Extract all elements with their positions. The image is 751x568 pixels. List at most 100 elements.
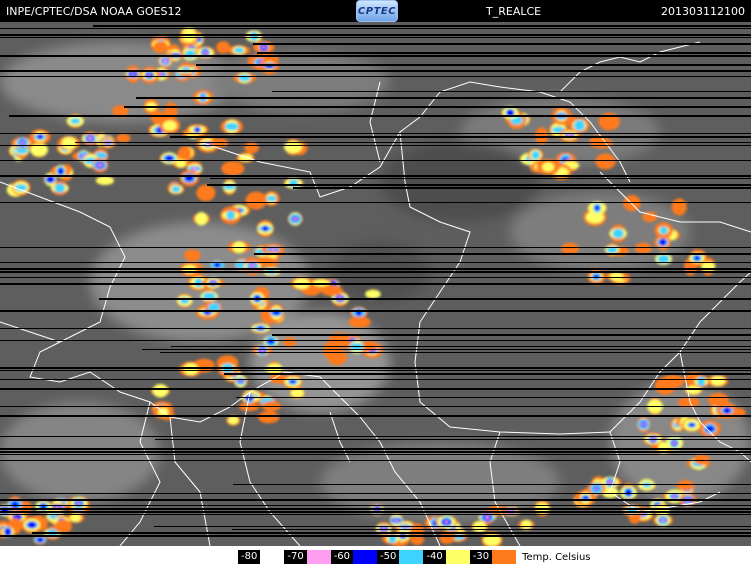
cloud-cell — [250, 264, 255, 268]
cloud-cell — [226, 210, 236, 220]
cloud-cell — [184, 50, 196, 59]
scanline — [0, 508, 751, 510]
legend-swatch — [353, 550, 378, 564]
scanline — [0, 505, 751, 506]
cloud-cell — [561, 242, 580, 255]
cloud-cell — [54, 183, 66, 193]
satellite-map — [0, 22, 751, 546]
cloud-cell — [11, 501, 19, 509]
cloud-cell — [225, 122, 239, 131]
cloud-cell — [542, 162, 555, 172]
cloud-cell — [96, 176, 114, 186]
scanline — [232, 529, 751, 530]
cloud-cell — [266, 195, 277, 202]
cloud-cell — [244, 141, 259, 154]
cloud-cell — [270, 247, 276, 252]
cloud-cell — [227, 416, 239, 425]
cloud-cell — [194, 277, 203, 288]
cloud-cell — [258, 411, 280, 424]
legend-value: -60 — [330, 550, 354, 564]
cloud-cell — [321, 284, 343, 297]
cloud-cell — [573, 119, 586, 131]
cloud-cell — [54, 519, 72, 534]
scanline — [224, 373, 751, 375]
scanline — [254, 253, 751, 255]
cloud-cell — [203, 51, 208, 55]
scanline — [233, 484, 751, 485]
scanline — [155, 439, 751, 440]
scanline — [170, 136, 751, 138]
cloud-cell — [688, 422, 695, 428]
legend-unit: Temp. Celsius — [522, 551, 591, 563]
legend-item: -80 — [238, 550, 285, 564]
legend-item: -40 — [423, 550, 470, 564]
legend-item: -30 — [469, 550, 517, 564]
cloud-cell — [707, 392, 729, 407]
cloud-cell — [723, 406, 731, 415]
image-header: INPE/CPTEC/DSA NOAA GOES12 CPTEC T_REALC… — [0, 0, 751, 22]
scanline — [0, 448, 751, 450]
scanline — [236, 397, 751, 398]
legend-item: -70 — [284, 550, 331, 564]
legend-swatch — [492, 550, 517, 564]
legend-swatch — [399, 550, 424, 564]
scanline — [0, 406, 751, 407]
scanline — [160, 352, 751, 353]
cloud-cell — [183, 249, 201, 261]
product-label: T_REALCE — [486, 5, 542, 18]
scanline — [0, 511, 751, 513]
cloud-cell — [535, 127, 549, 145]
scanline — [0, 460, 751, 461]
scanline — [0, 388, 751, 390]
cloud-cell — [672, 441, 676, 445]
cloud-cell — [162, 120, 177, 131]
scanline — [0, 28, 751, 29]
cloud-cell — [641, 423, 646, 426]
scanline — [0, 145, 751, 146]
cloud-cell — [97, 163, 103, 167]
cloud-cell — [697, 376, 706, 387]
cloud-cell — [348, 316, 371, 328]
cloud-cell — [365, 289, 381, 299]
scanline — [154, 526, 751, 527]
cloud-cell — [192, 166, 198, 171]
satellite-image — [0, 22, 751, 546]
scanline — [75, 142, 751, 143]
cloud-cell — [710, 376, 726, 386]
scanline — [0, 415, 751, 417]
scanline — [196, 64, 751, 66]
cloud-cell — [20, 141, 25, 145]
scanline — [124, 106, 751, 108]
cloud-cell — [444, 520, 449, 524]
cloud-cell — [292, 217, 298, 221]
cloud-cell — [216, 41, 231, 54]
cloud-cell — [163, 59, 168, 64]
legend-item: -60 — [330, 550, 378, 564]
scanline — [0, 271, 751, 273]
legend-swatch — [306, 550, 331, 564]
scanline — [0, 283, 751, 285]
cloud-cell — [660, 518, 666, 522]
legend-value: -80 — [238, 550, 261, 564]
legend-value: -70 — [284, 550, 307, 564]
cloud-cell — [183, 30, 196, 43]
scanline — [293, 187, 751, 189]
legend-value: -30 — [469, 550, 493, 564]
cloud-cell — [158, 72, 164, 76]
cloud-cell — [608, 480, 613, 484]
scanline — [0, 451, 751, 453]
cloud-cell — [181, 66, 191, 74]
cloud-cell — [262, 45, 266, 49]
scanline — [99, 298, 751, 300]
legend-value: -50 — [377, 550, 400, 564]
scanline — [0, 535, 751, 537]
cloud-cell — [659, 226, 668, 235]
scanline — [0, 379, 751, 380]
cloud-cell — [592, 274, 600, 279]
scanline — [0, 310, 751, 312]
cloud-cell — [239, 380, 242, 383]
legend-value: -40 — [423, 550, 446, 564]
timestamp-label: 201303112100 — [661, 5, 745, 18]
scanline — [0, 454, 751, 455]
cloud-cell — [61, 136, 77, 150]
